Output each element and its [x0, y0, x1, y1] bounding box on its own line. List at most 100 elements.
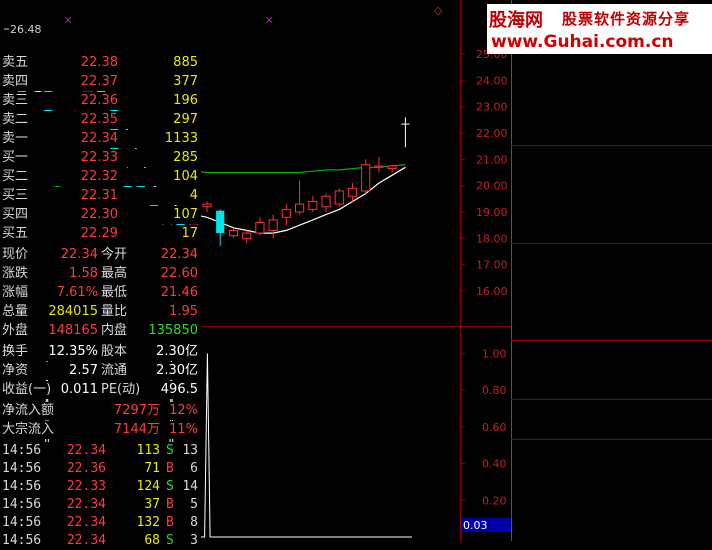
tick-count: 14 — [182, 479, 198, 494]
fundamental-value: 0.011 — [60, 382, 98, 397]
bid-label: 买四 — [2, 207, 29, 222]
fundamental-label: PE(动) — [101, 382, 141, 397]
tick-row: 14:56 22.33 124 S 14 — [0, 478, 201, 496]
candle-body — [242, 232, 252, 239]
y-tick-label: 0.20 — [482, 494, 507, 507]
y-tick-label: 1.00 — [482, 347, 507, 360]
event-marker: × — [265, 15, 273, 26]
tick-row: 14:56 22.34 37 B 5 — [0, 496, 201, 514]
quote-label: 最低 — [101, 285, 128, 300]
ask-volume: 297 — [173, 112, 198, 127]
y-tick-label: 19.00 — [476, 206, 508, 219]
candle-body — [347, 187, 358, 197]
ask-price: 22.38 — [80, 55, 118, 70]
bid-row: 买三 22.31 4 — [0, 187, 201, 205]
tick-count: 5 — [190, 497, 198, 512]
separator — [511, 243, 712, 244]
tick-row: 14:56 22.34 113 S 13 — [0, 442, 201, 460]
banner-brand: 股海网 — [489, 10, 543, 31]
y-tick-label: 21.00 — [476, 153, 508, 166]
tick-count: 13 — [182, 443, 198, 458]
candle-body — [387, 165, 397, 170]
quote-value: 284015 — [48, 304, 98, 319]
flow-label: 大宗流入 — [2, 422, 55, 437]
tick-time: 14:56 — [2, 461, 42, 476]
quote-value: 7.61% — [56, 285, 98, 300]
bid-row: 买一 22.33 285 — [0, 149, 201, 167]
candle-body — [228, 229, 239, 237]
fundamental-value: 12.35% — [48, 344, 98, 359]
event-marker: × — [64, 15, 72, 26]
fundamental-label: 流通 — [101, 363, 128, 378]
tick-time: 14:56 — [2, 443, 42, 458]
high-price-label: 26.48 — [10, 23, 42, 36]
quote-row: 涨跌 1.58 最高 22.60 — [0, 265, 201, 283]
quote-value: 21.46 — [160, 285, 198, 300]
ask-volume: 377 — [173, 74, 198, 89]
quote-label: 今开 — [101, 247, 128, 262]
separator — [511, 439, 712, 440]
y-tick-label: 17.00 — [476, 259, 508, 272]
ask-row: 卖五 22.38 885 — [0, 54, 201, 72]
ask-label: 卖三 — [2, 93, 29, 108]
ask-volume: 196 — [173, 93, 198, 108]
quote-label: 外盘 — [2, 323, 29, 338]
tick-side: B — [166, 497, 174, 512]
bid-row: 买四 22.30 107 — [0, 206, 201, 224]
banner-url: www.Guhai.com.cn — [491, 32, 674, 52]
tick-price: 22.36 — [66, 461, 106, 476]
ask-price: 22.34 — [80, 131, 118, 146]
y-tick-label: 16.00 — [476, 285, 508, 298]
y-tick-label: 22.00 — [476, 127, 508, 140]
flow-percent: 11% — [169, 422, 198, 437]
fundamental-value: 2.30亿 — [156, 363, 198, 378]
fundamental-label: 净资 — [2, 363, 29, 378]
tick-row: 14:56 22.36 71 B 6 — [0, 460, 201, 478]
quote-row: 现价 22.34 今开 22.34 — [0, 246, 201, 264]
site-banner: 股海网 股票软件资源分享 www.Guhai.com.cn — [487, 4, 712, 54]
diamond-marker: ◇ — [434, 4, 443, 17]
y-tick-label: 23.00 — [476, 101, 508, 114]
quote-value: 148165 — [48, 323, 98, 338]
candle-body — [308, 200, 318, 210]
tick-volume: 132 — [136, 515, 160, 530]
quote-row: 总量 284015 量比 1.95 — [0, 303, 201, 321]
y-tick-label: 20.00 — [476, 180, 508, 193]
bid-label: 买二 — [2, 169, 29, 184]
bid-row: 买二 22.32 104 — [0, 168, 201, 186]
bid-volume: 4 — [189, 188, 198, 203]
bid-volume: 107 — [173, 207, 198, 222]
ask-row: 卖二 22.35 297 — [0, 111, 201, 129]
quote-label: 涨跌 — [2, 266, 29, 281]
candle-body — [216, 210, 225, 234]
quote-value: 22.60 — [160, 266, 198, 281]
ask-label: 卖四 — [2, 74, 29, 89]
tick-volume: 124 — [136, 479, 160, 494]
bid-price: 22.31 — [80, 188, 118, 203]
bid-label: 买三 — [2, 188, 29, 203]
tick-time: 14:56 — [2, 515, 42, 530]
quote-value: 22.34 — [160, 247, 198, 262]
quote-row: 涨幅 7.61% 最低 21.46 — [0, 284, 201, 302]
ask-label: 卖一 — [2, 131, 29, 146]
ask-row: 卖四 22.37 377 — [0, 73, 201, 91]
quote-value: 135850 — [148, 323, 198, 338]
bid-price: 22.33 — [80, 150, 118, 165]
quote-value: 1.58 — [69, 266, 98, 281]
flow-value: 7297万 — [113, 403, 160, 418]
fundamental-value: 2.57 — [69, 363, 98, 378]
separator — [511, 340, 712, 341]
ask-label: 卖五 — [2, 55, 29, 70]
tick-row: 14:56 22.34 68 S 3 — [0, 532, 201, 550]
candle-body — [202, 203, 212, 208]
quote-label: 总量 — [2, 304, 29, 319]
quote-label: 涨幅 — [2, 285, 29, 300]
tick-side: B — [166, 515, 174, 530]
candle-body — [321, 195, 331, 208]
quote-value: 1.95 — [169, 304, 198, 319]
tick-price: 22.34 — [66, 515, 106, 530]
tick-time: 14:56 — [2, 497, 42, 512]
fundamental-row: 净资 2.57 流通 2.30亿 — [0, 362, 201, 380]
quote-label: 最高 — [101, 266, 128, 281]
flow-label: 净流入额 — [2, 403, 55, 418]
